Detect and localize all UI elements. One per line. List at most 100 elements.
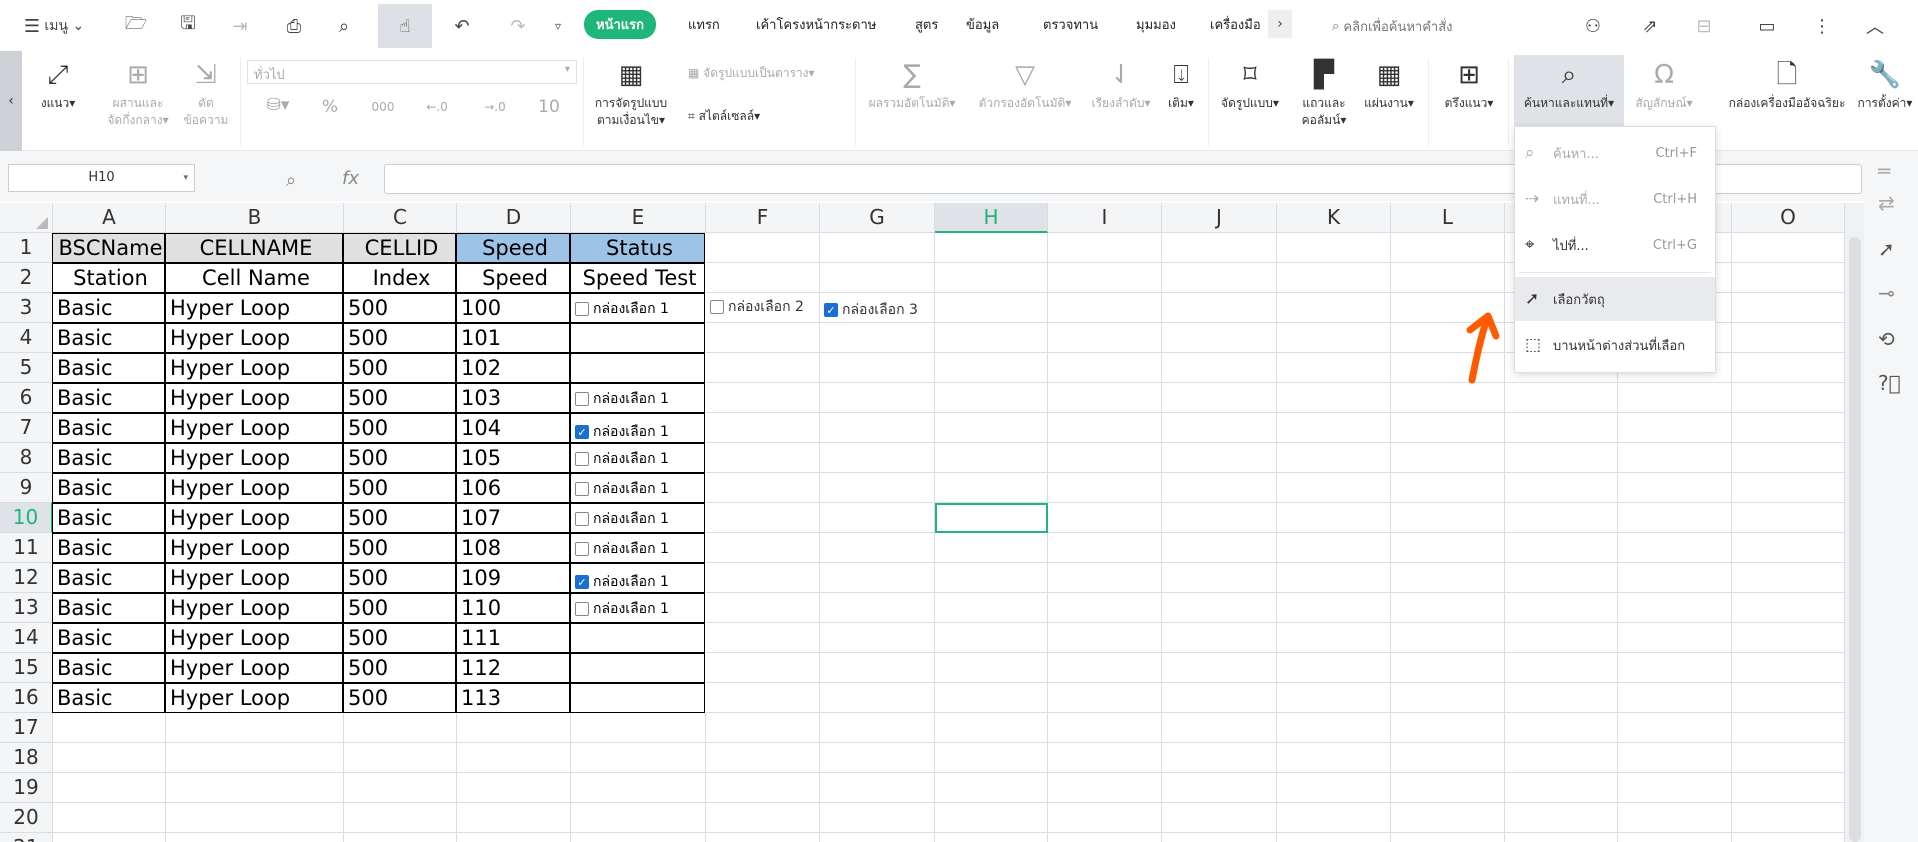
currency-icon[interactable]: ⛁▾ [258,97,298,114]
checkbox[interactable]: กล่องเลือก 1 [575,451,669,467]
cell-G16[interactable] [820,683,935,713]
cell-K2[interactable] [1277,263,1391,293]
increase-decimal-button[interactable]: ←.0 [420,99,454,116]
cell-G15[interactable] [820,653,935,683]
cell-C16[interactable]: 500 [343,683,456,713]
cell-B4[interactable]: Hyper Loop [165,323,343,353]
cell-F2[interactable] [706,263,820,293]
cell-A21[interactable] [53,833,166,842]
cell-N10[interactable] [1618,503,1732,533]
customize-icon[interactable]: ▿ [548,10,568,42]
column-header-D[interactable]: D [457,203,571,233]
cell-B13[interactable]: Hyper Loop [165,593,343,623]
cell-G12[interactable] [820,563,935,593]
history-icon[interactable]: ⟲ [1878,327,1895,351]
tab-home[interactable]: หน้าแรก [584,10,656,39]
row-header-13[interactable]: 13 [0,593,53,623]
cell-F7[interactable] [706,413,820,443]
cell-D4[interactable]: 101 [456,323,570,353]
cell-D16[interactable]: 113 [456,683,570,713]
cell-A5[interactable]: Basic [52,353,165,383]
cell-K10[interactable] [1277,503,1391,533]
cell-C14[interactable]: 500 [343,623,456,653]
conditional-format-button[interactable]: ▦ การจัดรูปแบบ ตามเงื่อนไข▾ [590,55,672,129]
fill-button[interactable]: ⍗ เติม▾ [1160,55,1202,112]
cell-I13[interactable] [1048,593,1162,623]
cell-B14[interactable]: Hyper Loop [165,623,343,653]
cell-L7[interactable] [1391,413,1505,443]
cell-E4[interactable] [570,323,705,353]
cell-J16[interactable] [1162,683,1277,713]
cell-A18[interactable] [53,743,166,773]
cell-M15[interactable] [1505,653,1618,683]
worksheet-button[interactable]: ▦ แผ่นงาน▾ [1356,55,1422,112]
cell-N14[interactable] [1618,623,1732,653]
collapse-ribbon-icon[interactable]: ︿ [1860,10,1890,42]
cell-F18[interactable] [706,743,820,773]
cell-N17[interactable] [1618,713,1732,743]
row-header-5[interactable]: 5 [0,353,53,383]
cell-C6[interactable]: 500 [343,383,456,413]
cell-L2[interactable] [1391,263,1505,293]
cell-O3[interactable] [1732,293,1845,323]
column-header-A[interactable]: A [53,203,166,233]
cell-J2[interactable] [1162,263,1277,293]
cell-K13[interactable] [1277,593,1391,623]
cell-N6[interactable] [1618,383,1732,413]
cell-O13[interactable] [1732,593,1845,623]
cell-M21[interactable] [1505,833,1618,842]
cell-F6[interactable] [706,383,820,413]
cell-C17[interactable] [344,713,457,743]
cell-L13[interactable] [1391,593,1505,623]
cell-E16[interactable] [570,683,705,713]
cell-I1[interactable] [1048,233,1162,263]
row-header-17[interactable]: 17 [0,713,53,743]
cell-K14[interactable] [1277,623,1391,653]
cell-J20[interactable] [1162,803,1277,833]
checkbox[interactable]: กล่องเลือก 1 [575,601,669,617]
cell-L1[interactable] [1391,233,1505,263]
cell-B12[interactable]: Hyper Loop [165,563,343,593]
cell-E5[interactable] [570,353,705,383]
cell-D5[interactable]: 102 [456,353,570,383]
cell-M18[interactable] [1505,743,1618,773]
cell-K4[interactable] [1277,323,1391,353]
cell-B5[interactable]: Hyper Loop [165,353,343,383]
row-header-7[interactable]: 7 [0,413,53,443]
merge-center-button[interactable]: ⊞ ผสานและ จัดกึ่งกลาง▾ [98,55,178,129]
command-search[interactable]: ⌕ คลิกเพื่อค้นหาคำสั่ง [1332,10,1532,42]
cell-H12[interactable] [935,563,1048,593]
column-header-C[interactable]: C [344,203,457,233]
cell-O19[interactable] [1732,773,1845,803]
cell-J6[interactable] [1162,383,1277,413]
cell-J11[interactable] [1162,533,1277,563]
cell-J9[interactable] [1162,473,1277,503]
cell-F9[interactable] [706,473,820,503]
cell-J10[interactable] [1162,503,1277,533]
cell-M19[interactable] [1505,773,1618,803]
row-header-12[interactable]: 12 [0,563,53,593]
rows-columns-button[interactable]: ▛ แถวและ คอลัมน์▾ [1296,55,1352,129]
cell-F10[interactable] [706,503,820,533]
cell-D17[interactable] [457,713,571,743]
checkbox[interactable]: กล่องเลือก 1 [575,301,669,317]
cell-B3[interactable]: Hyper Loop [165,293,343,323]
cell-J4[interactable] [1162,323,1277,353]
cell-E13[interactable]: กล่องเลือก 1 [570,593,705,623]
cell-F15[interactable] [706,653,820,683]
cell-I16[interactable] [1048,683,1162,713]
cell-D6[interactable]: 103 [456,383,570,413]
column-header-F[interactable]: F [706,203,820,233]
cell-E11[interactable]: กล่องเลือก 1 [570,533,705,563]
cell-G17[interactable] [820,713,935,743]
cell-H7[interactable] [935,413,1048,443]
autofilter-button[interactable]: ▽ ตัวกรองอัตโนมัติ▾ [966,55,1084,112]
more-options-icon[interactable]: ⋮ [1810,10,1834,42]
row-header-10[interactable]: 10 [0,503,53,533]
cell-D9[interactable]: 106 [456,473,570,503]
row-header-14[interactable]: 14 [0,623,53,653]
print-preview-icon[interactable]: ⌕ [326,10,362,42]
help-icon[interactable]: ?⃝ [1878,371,1901,395]
cell-L21[interactable] [1391,833,1505,842]
cell-style-button[interactable]: ⌗ สไตล์เซลล์▾ [688,108,798,125]
